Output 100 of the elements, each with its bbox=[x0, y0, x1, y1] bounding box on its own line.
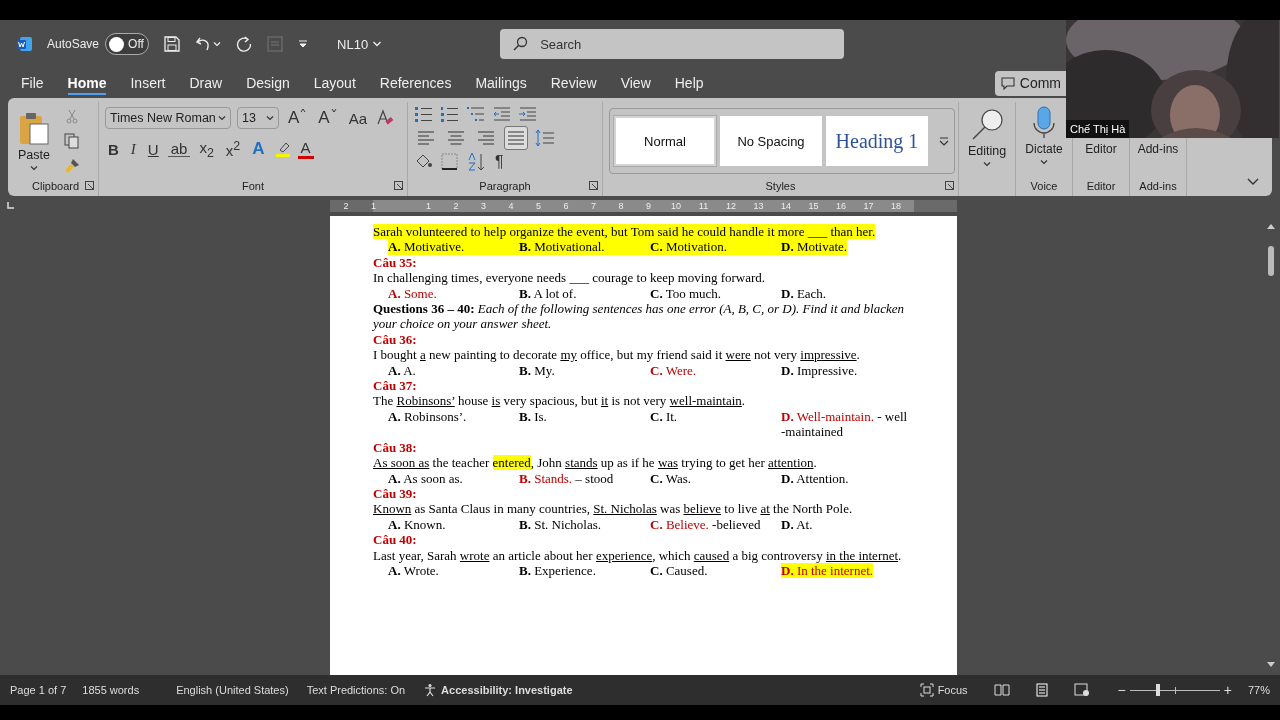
style-option[interactable]: No Spacing bbox=[720, 116, 822, 166]
caret-icon bbox=[266, 114, 274, 122]
accessibility-status[interactable]: Accessibility: Investigate bbox=[441, 684, 573, 696]
launcher-icon[interactable] bbox=[945, 181, 954, 190]
caret-icon bbox=[983, 160, 991, 168]
scrollbar-thumb[interactable] bbox=[1268, 246, 1274, 276]
more-icon[interactable] bbox=[938, 135, 950, 147]
format-button[interactable]: ab bbox=[167, 141, 191, 157]
question-number: Câu 37: bbox=[373, 378, 418, 394]
question-number: Câu 35: bbox=[373, 254, 418, 271]
zoom-out-button[interactable]: − bbox=[1117, 682, 1126, 698]
align-icon[interactable] bbox=[504, 125, 528, 150]
caret-icon[interactable] bbox=[30, 164, 38, 172]
collapse-icon[interactable] bbox=[1246, 176, 1260, 186]
comment-icon bbox=[1000, 76, 1015, 90]
menu-tab[interactable]: Layout bbox=[304, 71, 365, 95]
language-status[interactable]: English (United States) bbox=[176, 684, 289, 696]
paste-button[interactable]: Paste bbox=[18, 108, 50, 172]
zoom-in-button[interactable]: + bbox=[1223, 682, 1232, 698]
group-label: Font bbox=[241, 179, 265, 194]
grow-font-button[interactable]: A bbox=[285, 108, 310, 128]
format-button[interactable]: x$^{2}$ bbox=[222, 139, 244, 159]
numbering-icon[interactable] bbox=[440, 104, 460, 123]
document-name[interactable]: NL10 bbox=[337, 36, 369, 52]
focus-icon[interactable] bbox=[919, 683, 934, 697]
answer-option: B. St. Nicholas. bbox=[519, 516, 650, 533]
answer-option: D. Well-maintain. - well -maintained bbox=[781, 408, 913, 440]
style-option[interactable]: Heading 1 bbox=[826, 116, 928, 166]
question-sentence: Known as Santa Claus in many countries, St. Nicholas was believe to live at the North Pole. bbox=[373, 501, 854, 517]
menu-tab[interactable]: References bbox=[370, 71, 461, 95]
menu-tab[interactable]: Design bbox=[237, 71, 299, 95]
launcher-icon[interactable] bbox=[85, 181, 94, 190]
editor-button[interactable]: Editor bbox=[1085, 142, 1117, 178]
web-layout-icon[interactable] bbox=[1073, 683, 1090, 697]
copy-icon[interactable] bbox=[64, 133, 80, 149]
redo-icon[interactable] bbox=[235, 35, 254, 53]
autosave-label: AutoSave bbox=[47, 37, 100, 51]
group-label: Add-ins bbox=[1139, 179, 1177, 194]
borders-icon[interactable] bbox=[440, 152, 460, 171]
accessibility-icon[interactable] bbox=[423, 683, 438, 697]
answer-option: C. It. bbox=[650, 408, 781, 425]
autosave-toggle[interactable]: Off bbox=[105, 33, 150, 55]
group-label: Voice bbox=[1030, 179, 1058, 194]
menu-tab[interactable]: Insert bbox=[121, 71, 175, 95]
launcher-icon[interactable] bbox=[394, 181, 403, 190]
menu-tab[interactable]: Home bbox=[58, 71, 116, 95]
search-field[interactable]: Search bbox=[500, 29, 845, 59]
scroll-up-icon[interactable] bbox=[1266, 222, 1276, 230]
answer-option: B. Motivational. bbox=[519, 239, 650, 255]
menu-tab[interactable]: Mailings bbox=[466, 71, 536, 95]
show-marks-button[interactable]: ¶ bbox=[492, 152, 507, 171]
menu-tab[interactable]: Help bbox=[665, 71, 713, 95]
menu-tab[interactable]: Review bbox=[541, 71, 606, 95]
page-count[interactable]: Page 1 of 7 bbox=[10, 684, 67, 696]
change-case-button[interactable]: Aa bbox=[345, 109, 371, 127]
zoom-level[interactable]: 77% bbox=[1247, 684, 1270, 696]
comments-button[interactable]: Comm bbox=[994, 70, 1067, 96]
question-sentence: In challenging times, everyone needs ___ courage to keep moving forward. bbox=[373, 270, 767, 286]
dropdown-icon[interactable] bbox=[297, 38, 310, 50]
print-layout-icon[interactable] bbox=[1033, 683, 1050, 697]
menu-tab[interactable]: View bbox=[611, 71, 660, 95]
ruler-number: 2 bbox=[343, 200, 349, 212]
menu-tab[interactable]: File bbox=[12, 71, 53, 95]
multilevel-list-icon[interactable] bbox=[466, 104, 486, 123]
answer-option: A. Known. bbox=[388, 516, 519, 533]
add-ins-button[interactable]: Add-ins bbox=[1137, 142, 1179, 178]
launcher-icon[interactable] bbox=[589, 181, 598, 190]
sort-icon[interactable] bbox=[466, 151, 486, 172]
ruler[interactable]: 2 1 1 2 3 4 5 6 7 8 9 10 11 12 13 14 15 16 17 18 bbox=[330, 200, 957, 212]
style-option[interactable]: Normal bbox=[614, 116, 716, 166]
editing-button[interactable]: Editing bbox=[965, 104, 1009, 196]
zoom-slider-thumb[interactable] bbox=[1155, 684, 1160, 696]
format-button[interactable]: U bbox=[144, 140, 162, 158]
word-count[interactable]: 1855 words bbox=[82, 684, 140, 696]
font-name-dropdown[interactable]: Times New Roman bbox=[105, 107, 231, 129]
highlighter-icon[interactable] bbox=[273, 140, 292, 158]
caret-icon[interactable] bbox=[372, 39, 383, 49]
read-mode-icon[interactable] bbox=[993, 683, 1010, 697]
focus-button[interactable]: Focus bbox=[937, 684, 968, 696]
clear-formatting-icon[interactable] bbox=[376, 109, 395, 127]
scroll-down-icon[interactable] bbox=[1266, 661, 1276, 669]
question-sentence: I bought a new painting to decorate my office, but my friend said it were not very impressive. bbox=[373, 347, 861, 363]
paintbrush-icon[interactable] bbox=[64, 158, 80, 174]
menu-tab[interactable]: Draw bbox=[180, 71, 232, 95]
tab-selector-icon[interactable] bbox=[6, 202, 14, 210]
font-size-dropdown[interactable]: 13 bbox=[237, 107, 279, 129]
ruler-number: 15 bbox=[808, 200, 819, 212]
save-icon[interactable] bbox=[163, 35, 182, 53]
answer-option: C. Believe. -believed bbox=[650, 516, 781, 533]
format-button[interactable]: I bbox=[127, 140, 139, 158]
format-button[interactable]: x$_{2}$ bbox=[196, 138, 217, 160]
question-number: Câu 38: bbox=[373, 439, 418, 456]
format-button[interactable]: B bbox=[105, 140, 122, 158]
bullets-icon[interactable] bbox=[414, 104, 434, 123]
shrink-font-button[interactable]: A bbox=[315, 108, 340, 128]
answer-option: C. Motivation. bbox=[650, 239, 781, 255]
font-color-button[interactable]: A bbox=[297, 139, 314, 159]
answer-option: D. At. bbox=[781, 516, 813, 533]
text-predictions-status[interactable]: Text Predictions: On bbox=[306, 684, 406, 696]
dictate-button[interactable]: Dictate bbox=[1025, 102, 1063, 178]
